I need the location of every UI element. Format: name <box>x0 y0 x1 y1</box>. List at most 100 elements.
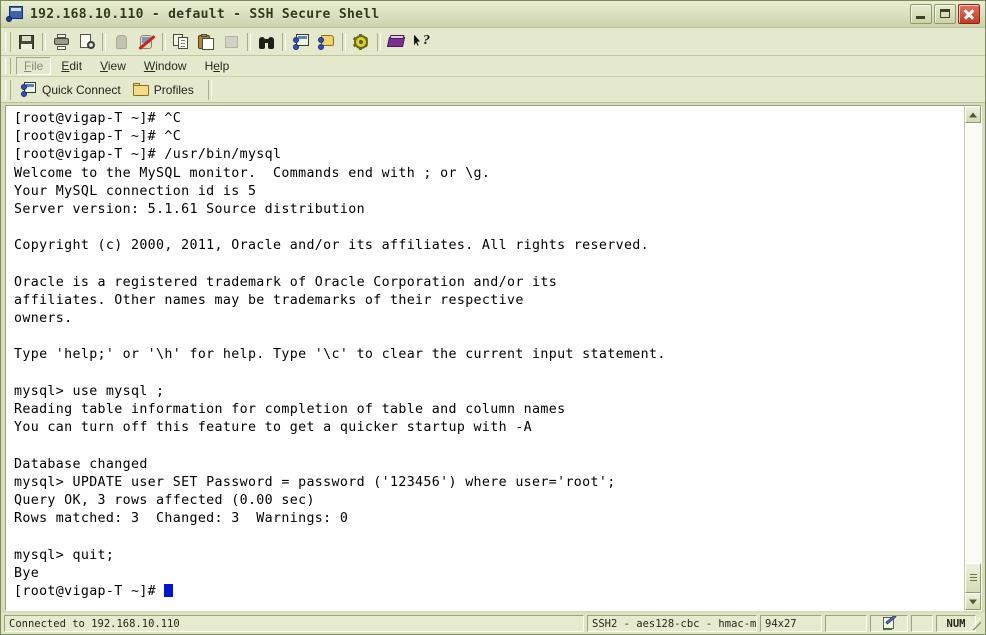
terminal-line: Server version: 5.1.61 Source distributi… <box>14 201 964 219</box>
terminal-prompt-line: [root@vigap-T ~]# <box>14 583 964 601</box>
menu-help-rest: lp <box>220 59 229 73</box>
menu-view[interactable]: View <box>92 57 134 75</box>
new-terminal-button[interactable] <box>290 31 313 53</box>
menu-help[interactable]: Help <box>197 57 238 75</box>
toolbar-separator <box>247 33 251 51</box>
terminal-line: Copyright (c) 2000, 2011, Oracle and/or … <box>14 237 964 255</box>
book-icon <box>388 34 405 50</box>
floppy-disk-icon <box>18 34 35 50</box>
main-toolbar: ? <box>1 28 985 56</box>
terminal-line <box>14 528 964 546</box>
terminal-line: Reading table information for completion… <box>14 401 964 419</box>
menu-file[interactable]: File <box>16 57 51 75</box>
settings-button[interactable] <box>350 31 373 53</box>
terminal-line: Query OK, 3 rows affected (0.00 sec) <box>14 492 964 510</box>
copy-button[interactable] <box>170 31 193 53</box>
quickbar-end-separator <box>208 80 212 100</box>
new-terminal-icon <box>293 34 310 50</box>
paste-button[interactable] <box>195 31 218 53</box>
scroll-thumb[interactable] <box>965 563 981 593</box>
status-connection: Connected to 192.168.10.110 <box>4 615 584 632</box>
connect-button[interactable] <box>110 31 133 53</box>
terminal-line: owners. <box>14 310 964 328</box>
help-button[interactable] <box>385 31 408 53</box>
toolbar-separator <box>162 33 166 51</box>
resize-grip[interactable] <box>979 615 983 632</box>
encryption-indicator-icon <box>882 617 897 630</box>
terminal-line <box>14 219 964 237</box>
terminal-inner: [root@vigap-T ~]# ^C[root@vigap-T ~]# ^C… <box>5 105 982 611</box>
minimize-button[interactable] <box>910 4 932 24</box>
terminal-area: [root@vigap-T ~]# ^C[root@vigap-T ~]# ^C… <box>1 103 985 613</box>
connect-icon <box>113 34 130 50</box>
terminal-line <box>14 328 964 346</box>
terminal-line <box>14 437 964 455</box>
toolbar-separator <box>377 33 381 51</box>
profiles-label: Profiles <box>154 83 194 97</box>
disconnect-icon <box>138 34 155 50</box>
new-file-transfer-icon <box>318 34 335 50</box>
scroll-down-arrow[interactable] <box>965 593 981 610</box>
menu-edit[interactable]: Edit <box>53 57 90 75</box>
terminal-line: [root@vigap-T ~]# ^C <box>14 110 964 128</box>
terminal-line: Your MySQL connection id is 5 <box>14 183 964 201</box>
terminal-line: You can turn off this feature to get a q… <box>14 419 964 437</box>
quick-connect-label: Quick Connect <box>42 83 121 97</box>
terminal-line: mysql> use mysql ; <box>14 383 964 401</box>
terminal-line: Rows matched: 3 Changed: 3 Warnings: 0 <box>14 510 964 528</box>
status-cipher: SSH2 - aes128-cbc - hmac-md5 - n <box>587 615 757 632</box>
status-spacer-2 <box>911 615 933 632</box>
disconnect-button[interactable] <box>135 31 158 53</box>
terminal-line: Welcome to the MySQL monitor. Commands e… <box>14 165 964 183</box>
new-file-transfer-button[interactable] <box>315 31 338 53</box>
context-help-button[interactable]: ? <box>410 31 433 53</box>
menubar: File Edit View Window Help <box>1 56 985 77</box>
terminal-window-icon <box>6 5 24 23</box>
menu-window-rest: indow <box>155 59 186 73</box>
toolbar-grip[interactable] <box>5 32 11 52</box>
binoculars-icon <box>258 34 275 50</box>
scroll-up-arrow[interactable] <box>965 106 981 123</box>
print-page-icon <box>223 34 240 50</box>
terminal-line <box>14 256 964 274</box>
print-preview-button[interactable] <box>75 31 98 53</box>
copy-icon <box>173 34 190 50</box>
print-screen-button[interactable] <box>220 31 243 53</box>
menubar-grip[interactable] <box>5 58 11 74</box>
terminal-cursor <box>164 584 173 597</box>
close-button[interactable] <box>958 4 980 24</box>
quickbar-grip[interactable] <box>5 80 11 100</box>
terminal-line: Database changed <box>14 456 964 474</box>
paste-icon <box>198 34 215 50</box>
maximize-button[interactable] <box>934 4 956 24</box>
toolbar-separator <box>42 33 46 51</box>
terminal-line: mysql> quit; <box>14 547 964 565</box>
ssh-secure-shell-window: 192.168.10.110 - default - SSH Secure Sh… <box>0 0 986 635</box>
terminal-line <box>14 365 964 383</box>
statusbar: Connected to 192.168.10.110 SSH2 - aes12… <box>1 613 985 634</box>
toolbar-separator <box>342 33 346 51</box>
titlebar[interactable]: 192.168.10.110 - default - SSH Secure Sh… <box>1 1 985 28</box>
folder-icon <box>133 83 149 96</box>
find-button[interactable] <box>255 31 278 53</box>
terminal-line: Oracle is a registered trademark of Orac… <box>14 274 964 292</box>
save-button[interactable] <box>15 31 38 53</box>
terminal-output[interactable]: [root@vigap-T ~]# ^C[root@vigap-T ~]# ^C… <box>6 106 964 610</box>
menu-file-rest: ile <box>31 59 43 73</box>
menu-window[interactable]: Window <box>136 57 195 75</box>
profiles-button[interactable]: Profiles <box>129 81 202 99</box>
quick-toolbar: Quick Connect Profiles <box>1 77 985 103</box>
terminal-line: Bye <box>14 565 964 583</box>
terminal-line: affiliates. Other names may be trademark… <box>14 292 964 310</box>
toolbar-separator <box>102 33 106 51</box>
status-spacer-1 <box>825 615 867 632</box>
terminal-prompt-text: [root@vigap-T ~]# <box>14 584 164 599</box>
printer-icon <box>53 34 70 50</box>
vertical-scrollbar[interactable] <box>964 106 981 610</box>
status-encryption-indicator <box>870 615 908 632</box>
print-button[interactable] <box>50 31 73 53</box>
scroll-track[interactable] <box>965 123 981 593</box>
quick-connect-button[interactable]: Quick Connect <box>17 80 129 99</box>
print-preview-icon <box>78 34 95 50</box>
terminal-line: [root@vigap-T ~]# ^C <box>14 128 964 146</box>
